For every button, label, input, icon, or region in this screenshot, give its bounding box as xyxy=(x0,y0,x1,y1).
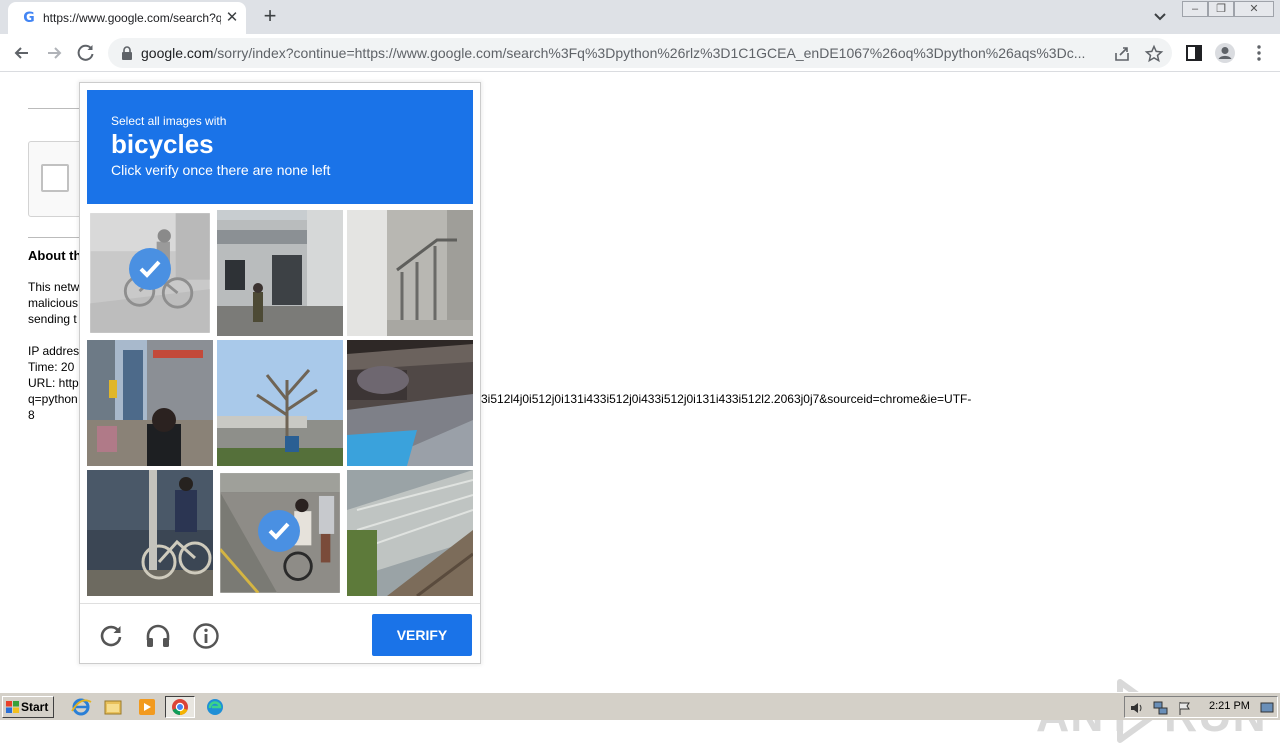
chrome-icon xyxy=(172,699,188,716)
window-close-button[interactable]: ✕ xyxy=(1234,1,1274,17)
browser-tab[interactable]: G https://www.google.com/search?q= ✕ xyxy=(8,2,246,34)
captcha-footer: VERIFY xyxy=(80,603,480,663)
tab-search-icon[interactable] xyxy=(1150,8,1170,26)
captcha-challenge-dialog: Select all images with bicycles Click ve… xyxy=(79,82,481,664)
tile-5-image xyxy=(217,340,343,466)
tile-selected-check-icon xyxy=(129,248,171,290)
lock-icon[interactable] xyxy=(120,46,134,60)
internet-explorer-icon[interactable] xyxy=(66,696,96,718)
new-tab-button[interactable]: + xyxy=(258,5,282,29)
show-desktop-icon[interactable] xyxy=(1259,700,1275,716)
maximize-button[interactable]: ❐ xyxy=(1208,1,1234,17)
tile-4-image xyxy=(87,340,213,466)
tab-close-icon[interactable]: ✕ xyxy=(224,10,240,26)
info-paragraph-line: sending t xyxy=(28,312,77,326)
captcha-tile-2[interactable] xyxy=(217,210,343,336)
captcha-tile-3[interactable] xyxy=(347,210,473,336)
url-query-continuation: 3i512l4j0i512j0i131i433i512j0i433i512j0i… xyxy=(481,392,972,406)
url-line: URL: http xyxy=(28,376,79,390)
start-label: Start xyxy=(21,700,49,714)
side-panel-icon[interactable] xyxy=(1183,42,1205,64)
media-player-icon[interactable] xyxy=(132,696,162,718)
tab-title: https://www.google.com/search?q= xyxy=(43,11,221,25)
bookmark-star-icon[interactable] xyxy=(1144,44,1164,64)
tile-selected-check-icon xyxy=(258,510,300,552)
windows-logo-icon xyxy=(6,701,19,713)
address-bar[interactable]: google.com/sorry/index?continue=https://… xyxy=(108,38,1172,68)
captcha-tile-6[interactable] xyxy=(347,340,473,466)
verify-button[interactable]: VERIFY xyxy=(372,614,472,656)
ip-address-line: IP addres xyxy=(28,344,80,358)
action-center-flag-icon[interactable] xyxy=(1177,700,1193,716)
google-favicon-icon: G xyxy=(23,10,35,26)
info-paragraph-line: malicious xyxy=(28,296,79,310)
browser-window: G https://www.google.com/search?q= ✕ + –… xyxy=(0,0,1280,743)
tile-6-image xyxy=(347,340,473,466)
network-icon[interactable] xyxy=(1153,700,1169,716)
url-query-line: q=python xyxy=(28,392,78,406)
info-paragraph-line: This netw xyxy=(28,280,80,294)
tab-strip: G https://www.google.com/search?q= ✕ + –… xyxy=(0,0,1280,34)
captcha-instruction: Select all images with xyxy=(111,114,227,128)
chrome-taskbar-button[interactable] xyxy=(165,696,195,718)
url-last-line: 8 xyxy=(28,408,35,422)
captcha-tile-9[interactable] xyxy=(347,470,473,596)
time-line: Time: 20 xyxy=(28,360,75,374)
recaptcha-checkbox[interactable] xyxy=(41,164,69,192)
captcha-tile-8[interactable] xyxy=(217,470,343,596)
url-text[interactable]: google.com/sorry/index?continue=https://… xyxy=(141,45,1106,61)
captcha-header: Select all images with bicycles Click ve… xyxy=(87,90,473,204)
captcha-tile-7[interactable] xyxy=(87,470,213,596)
start-button[interactable]: Start xyxy=(2,696,54,718)
help-info-icon[interactable] xyxy=(192,622,220,650)
reload-icon[interactable] xyxy=(73,40,99,66)
taskbar-clock[interactable]: 2:21 PM xyxy=(1209,700,1250,712)
audio-challenge-headphones-icon[interactable] xyxy=(144,622,172,650)
tile-9-image xyxy=(347,470,473,596)
edge-icon[interactable] xyxy=(200,696,230,718)
more-menu-icon[interactable] xyxy=(1248,42,1270,64)
share-icon[interactable] xyxy=(1112,44,1132,64)
captcha-tile-5[interactable] xyxy=(217,340,343,466)
forward-arrow-icon[interactable] xyxy=(41,40,67,66)
tile-2-image xyxy=(217,210,343,336)
captcha-target-word: bicycles xyxy=(111,129,214,159)
system-tray: 2:21 PM xyxy=(1124,696,1278,718)
tile-3-image xyxy=(347,210,473,336)
url-path: /sorry/index?continue=https://www.google… xyxy=(213,45,1086,61)
volume-icon[interactable] xyxy=(1129,700,1145,716)
url-host: google.com xyxy=(141,45,214,61)
profile-avatar-icon[interactable] xyxy=(1214,42,1236,64)
captcha-hint: Click verify once there are none left xyxy=(111,162,331,178)
captcha-tile-4[interactable] xyxy=(87,340,213,466)
reload-challenge-icon[interactable] xyxy=(97,622,125,650)
windows-taskbar: Start 2:21 PM xyxy=(0,692,1280,720)
about-heading: About th xyxy=(28,248,82,263)
file-explorer-icon[interactable] xyxy=(98,696,128,718)
tile-7-image xyxy=(87,470,213,596)
captcha-tile-1[interactable] xyxy=(87,210,213,336)
minimize-button[interactable]: – xyxy=(1182,1,1208,17)
back-arrow-icon[interactable] xyxy=(9,40,35,66)
browser-toolbar: google.com/sorry/index?continue=https://… xyxy=(0,34,1280,72)
